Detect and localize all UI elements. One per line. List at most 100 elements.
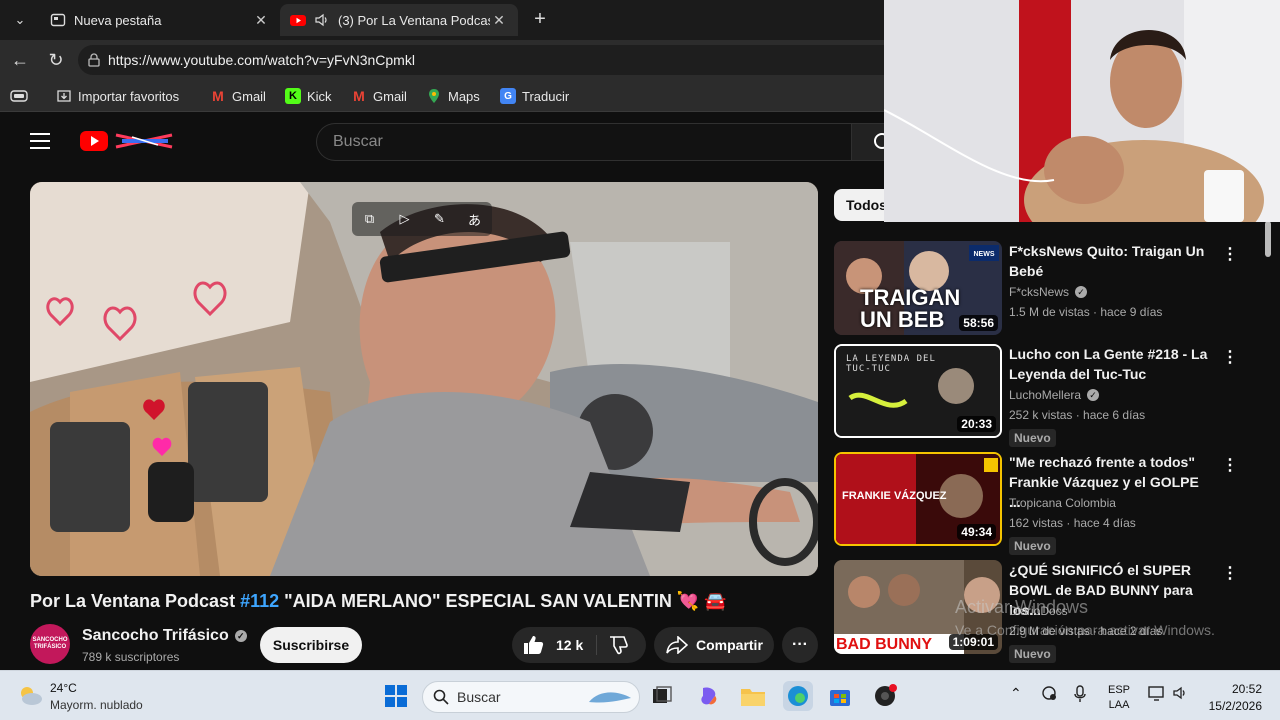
microsoft-store-icon[interactable] (826, 682, 854, 710)
address-url-text: https://www.youtube.com/watch?v=yFvN3nCp… (108, 52, 415, 68)
bookmark-import[interactable]: Importar favoritos (56, 86, 179, 106)
taskbar-search-placeholder: Buscar (457, 689, 501, 705)
share-button[interactable]: Compartir (654, 627, 774, 663)
maps-pin-icon (429, 89, 439, 103)
language-indicator[interactable]: ESP LAA (1108, 683, 1130, 713)
keyboard-layout: LAA (1108, 699, 1130, 711)
bookmark-maps[interactable]: Maps (426, 86, 480, 106)
video-duration: 58:56 (959, 315, 998, 331)
more-actions-icon[interactable]: ··· (782, 627, 818, 663)
video-duration: 49:34 (957, 524, 996, 540)
tab-new-tab[interactable]: Nueva pestaña ✕ (40, 4, 280, 36)
bookmark-label: Maps (448, 88, 480, 104)
weather-cloud-icon[interactable] (16, 683, 44, 707)
recommendation-item[interactable]: NEWS TRAIGAN UN BEB 58:56 F*cksNews Quit… (834, 241, 1264, 337)
start-windows-icon[interactable] (382, 682, 410, 710)
tab-youtube[interactable]: (3) Por La Ventana Podcast #1 ✕ (280, 4, 518, 36)
youtube-logo-icon[interactable] (80, 131, 108, 151)
gmail-icon: M (353, 88, 365, 104)
tab-actions-menu-icon[interactable]: ⌄ (6, 6, 34, 34)
more-options-icon[interactable]: ⋮ (1222, 245, 1238, 265)
avatar-text: SANCOCHO TRIFÁSICO (32, 637, 68, 650)
recommendation-channel[interactable]: LuchoMellera ✓ (1009, 388, 1100, 402)
bookmark-label: Kick (307, 88, 332, 104)
play-in-window-icon[interactable]: ▷ (395, 209, 415, 229)
translate-video-icon[interactable]: あ (465, 209, 485, 229)
thumbs-down-icon[interactable] (608, 635, 630, 655)
scrollbar-thumb[interactable] (1265, 221, 1271, 257)
youtube-doodle-icon[interactable] (112, 131, 178, 151)
channel-name-text: Sancocho Trifásico (82, 627, 229, 644)
bookmark-translate[interactable]: G Traducir (500, 86, 569, 106)
video-title-rest: "AIDA MERLANO" ESPECIAL SAN VALENTIN 💘 🚘 (279, 591, 727, 611)
recommendation-item[interactable]: FRANKIE VÁZQUEZ 49:34 "Me rechazó frente… (834, 452, 1264, 555)
webcam-feed (884, 0, 1280, 222)
taskbar-search-input[interactable]: Buscar (422, 681, 640, 713)
reload-icon[interactable]: ↻ (44, 48, 68, 72)
video-thumbnail[interactable]: LA LEYENDA DEL TUC-TUC 20:33 (834, 344, 1002, 438)
thumbnail-text: BAD BUNNY (836, 636, 932, 653)
recommendation-channel[interactable]: Tropicana Colombia (1009, 496, 1116, 510)
recommendation-title[interactable]: F*cksNews Quito: Traigan Un Bebé (1009, 241, 1209, 281)
bookmark-gmail[interactable]: M Gmail (210, 86, 266, 106)
channel-text: F*cksNews (1009, 285, 1070, 299)
video-thumbnail[interactable]: FRANKIE VÁZQUEZ 49:34 (834, 452, 1002, 546)
site-info-icon[interactable] (86, 52, 102, 68)
windows-taskbar: 24°C Mayorm. nublado Buscar ⌃ ESP LAA 20… (0, 670, 1280, 720)
close-tab-icon[interactable]: ✕ (252, 12, 270, 29)
video-player[interactable]: ⧉ ▷ ✎ あ (30, 182, 818, 576)
speaker-icon[interactable] (314, 12, 330, 28)
clock-date: 15/2/2026 (1208, 699, 1262, 713)
video-title: Por La Ventana Podcast #112 "AIDA MERLAN… (30, 591, 820, 612)
like-button[interactable]: 12 k (522, 627, 583, 663)
address-bar-input[interactable]: https://www.youtube.com/watch?v=yFvN3nCp… (78, 45, 978, 75)
task-view-icon[interactable] (648, 682, 676, 710)
network-icon[interactable] (1040, 685, 1058, 704)
youtube-favicon-icon (290, 15, 306, 26)
channel-avatar[interactable]: SANCOCHO TRIFÁSICO (30, 624, 70, 664)
subscribe-button[interactable]: Suscribirse (260, 627, 362, 663)
edge-browser-icon[interactable] (783, 681, 813, 711)
like-dislike-group: 12 k (512, 627, 646, 663)
search-icon (433, 689, 449, 705)
volume-icon[interactable] (1172, 685, 1188, 704)
player-overlay-toolbar: ⧉ ▷ ✎ あ (352, 202, 492, 236)
recommendation-channel[interactable]: F*cksNews ✓ (1009, 285, 1088, 299)
bookmark-kick[interactable]: K Kick (285, 86, 332, 106)
show-hidden-icons-chevron-icon[interactable]: ⌃ (1010, 685, 1022, 702)
more-options-icon[interactable]: ⋮ (1222, 564, 1238, 584)
recommendation-item[interactable]: LA LEYENDA DEL TUC-TUC 20:33 Lucho con L… (834, 344, 1264, 447)
copilot-icon[interactable] (695, 682, 723, 710)
new-tab-plus-icon[interactable]: + (528, 8, 552, 32)
recommendation-title[interactable]: Lucho con La Gente #218 - La Leyenda del… (1009, 344, 1209, 384)
bookmark-gmail-2[interactable]: M Gmail (351, 86, 407, 106)
weather-temperature[interactable]: 24°C (50, 681, 77, 695)
sidebar-scrollbar[interactable] (1264, 221, 1272, 667)
file-explorer-icon[interactable] (739, 682, 767, 710)
weather-description[interactable]: Mayorm. nublado (50, 698, 143, 712)
back-arrow-icon[interactable]: ← (8, 48, 32, 72)
tab-title: (3) Por La Ventana Podcast #1 (338, 12, 490, 28)
microphone-icon[interactable] (1074, 685, 1086, 706)
recording-app-icon[interactable] (871, 682, 899, 710)
search-input[interactable]: Buscar (316, 123, 852, 161)
like-count: 12 k (556, 637, 584, 653)
system-clock[interactable]: 20:52 15/2/2026 (1200, 681, 1262, 715)
more-options-icon[interactable]: ⋮ (1222, 456, 1238, 476)
display-icon[interactable] (1148, 685, 1166, 704)
menu-icon[interactable] (30, 133, 50, 149)
video-thumbnail[interactable]: NEWS TRAIGAN UN BEB 58:56 (834, 241, 1002, 335)
new-badge: Nuevo (1009, 645, 1056, 663)
picture-in-picture-icon[interactable]: ⧉ (360, 209, 380, 229)
close-tab-icon[interactable]: ✕ (490, 12, 508, 29)
video-hashtag-link[interactable]: #112 (240, 591, 279, 611)
subscriber-count: 789 k suscriptores (82, 650, 180, 664)
like-divider (596, 635, 597, 655)
verified-check-icon: ✓ (1087, 389, 1100, 401)
channel-name[interactable]: Sancocho Trifásico ✓ (82, 627, 247, 645)
tab-groups-icon[interactable] (10, 86, 28, 106)
channel-text: LuchoMellera (1009, 388, 1082, 402)
more-options-icon[interactable]: ⋮ (1222, 348, 1238, 368)
summarize-icon[interactable]: ✎ (430, 209, 450, 229)
kick-icon: K (285, 88, 301, 104)
